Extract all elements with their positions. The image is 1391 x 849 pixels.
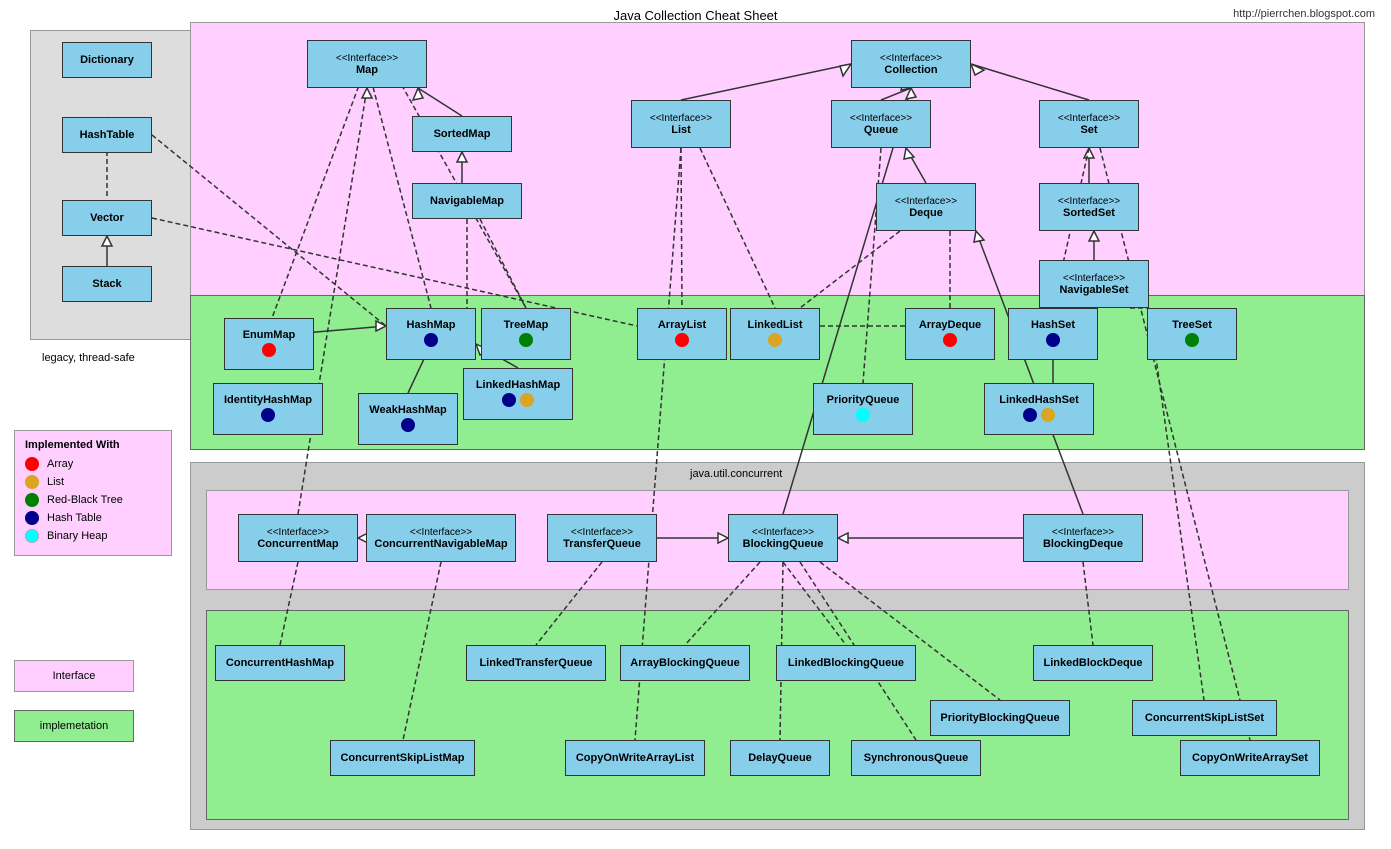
map-box: <<Interface>> Map xyxy=(307,40,427,88)
stack-box: Stack xyxy=(62,266,152,302)
linkedlist-box: LinkedList xyxy=(730,308,820,360)
sortedset-box: <<Interface>> SortedSet xyxy=(1039,183,1139,231)
hashtable-box: HashTable xyxy=(62,117,152,153)
queue-box: <<Interface>> Queue xyxy=(831,100,931,148)
dictionary-box: Dictionary xyxy=(62,42,152,78)
page-title: Java Collection Cheat Sheet xyxy=(613,8,777,23)
legend-hashtable: Hash Table xyxy=(25,511,161,525)
concurrent-label: java.util.concurrent xyxy=(690,468,782,480)
collection-box: <<Interface>> Collection xyxy=(851,40,971,88)
legend-title: Implemented With xyxy=(25,439,161,451)
deque-box: <<Interface>> Deque xyxy=(876,183,976,231)
concurrenthashmap-box: ConcurrentHashMap xyxy=(215,645,345,681)
legend-box: Implemented With Array List Red-Black Tr… xyxy=(14,430,172,556)
blockingqueue-box: <<Interface>> BlockingQueue xyxy=(728,514,838,562)
delayqueue-box: DelayQueue xyxy=(730,740,830,776)
priorityqueue-box: PriorityQueue xyxy=(813,383,913,435)
legend-rbtree: Red-Black Tree xyxy=(25,493,161,507)
sortedmap-box: SortedMap xyxy=(412,116,512,152)
linkedtransferqueue-box: LinkedTransferQueue xyxy=(466,645,606,681)
hashmap-box: HashMap xyxy=(386,308,476,360)
page-url: http://pierrchen.blogspot.com xyxy=(1233,8,1375,20)
copyonwritearrayset-box: CopyOnWriteArraySet xyxy=(1180,740,1320,776)
treemap-box: TreeMap xyxy=(481,308,571,360)
navigableset-box: <<Interface>> NavigableSet xyxy=(1039,260,1149,308)
identityhashmap-box: IdentityHashMap xyxy=(213,383,323,435)
concurrentskiplistmap-box: ConcurrentSkipListMap xyxy=(330,740,475,776)
set-box: <<Interface>> Set xyxy=(1039,100,1139,148)
enummap-box: EnumMap xyxy=(224,318,314,370)
synchronousqueue-box: SynchronousQueue xyxy=(851,740,981,776)
interface-legend: Interface xyxy=(14,660,134,692)
impl-legend: implemetation xyxy=(14,710,134,742)
linkedblockdeque-box: LinkedBlockDeque xyxy=(1033,645,1153,681)
legend-list: List xyxy=(25,475,161,489)
concurrentnavigablemap-box: <<Interface>> ConcurrentNavigableMap xyxy=(366,514,516,562)
weakhashmap-box: WeakHashMap xyxy=(358,393,458,445)
concurrentmap-box: <<Interface>> ConcurrentMap xyxy=(238,514,358,562)
hashset-box: HashSet xyxy=(1008,308,1098,360)
list-box: <<Interface>> List xyxy=(631,100,731,148)
blockingdeque-box: <<Interface>> BlockingDeque xyxy=(1023,514,1143,562)
legend-binaryheap: Binary Heap xyxy=(25,529,161,543)
arraylist-box: ArrayList xyxy=(637,308,727,360)
priorityblockingqueue-box: PriorityBlockingQueue xyxy=(930,700,1070,736)
transferqueue-box: <<Interface>> TransferQueue xyxy=(547,514,657,562)
linkedhashset-box: LinkedHashSet xyxy=(984,383,1094,435)
linkedhashmap-box: LinkedHashMap xyxy=(463,368,573,420)
copyonwritearraylist-box: CopyOnWriteArrayList xyxy=(565,740,705,776)
linkedblockingqueue-box: LinkedBlockingQueue xyxy=(776,645,916,681)
legend-array: Array xyxy=(25,457,161,471)
treeset-box: TreeSet xyxy=(1147,308,1237,360)
arrayblockingqueue-box: ArrayBlockingQueue xyxy=(620,645,750,681)
navigablemap-box: NavigableMap xyxy=(412,183,522,219)
arraydeque-box: ArrayDeque xyxy=(905,308,995,360)
legacy-label: legacy, thread-safe xyxy=(42,352,135,364)
vector-box: Vector xyxy=(62,200,152,236)
concurrentskiplistset-box: ConcurrentSkipListSet xyxy=(1132,700,1277,736)
